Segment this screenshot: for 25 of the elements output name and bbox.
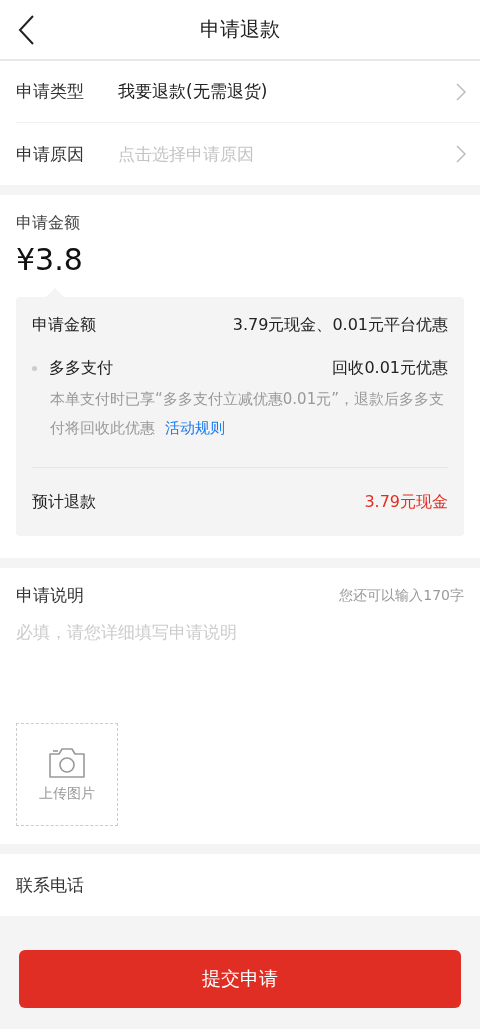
contact-label: 联系电话 (16, 873, 84, 897)
chevron-right-icon (456, 82, 466, 101)
breakdown-label: 申请金额 (32, 315, 96, 336)
row-label: 申请类型 (16, 80, 85, 103)
page-title: 申请退款 (200, 16, 280, 43)
form-row[interactable]: 申请原因 点击选择申请原因 (16, 123, 480, 185)
discount-value: 回收0.01元优惠 (332, 358, 448, 379)
rules-link[interactable]: 活动规则 (165, 419, 225, 437)
row-label: 申请原因 (16, 142, 85, 166)
amount-value: ¥3.8 (16, 242, 84, 277)
row-placeholder: 点击选择申请原因 (118, 142, 255, 166)
description-label: 申请说明 (16, 584, 84, 607)
discount-name: 多多支付 (49, 358, 113, 379)
form-row[interactable]: 申请类型 我要退款(无需退货) (16, 61, 480, 123)
discount-note: 本单支付时已享“多多支付立减优惠0.01元”，退款后多多支付将回收此优惠 活动规则 (50, 389, 445, 439)
character-counter: 您还可以输入170字 (339, 586, 464, 605)
submit-button[interactable]: 提交申请 (19, 950, 461, 1008)
bullet-dot (32, 366, 37, 371)
amount-label: 申请金额 (16, 213, 81, 234)
camera-icon (48, 746, 86, 779)
total-label: 预计退款 (32, 491, 96, 513)
row-value: 我要退款(无需退货) (118, 80, 269, 103)
chevron-right-icon (456, 145, 466, 163)
breakdown-value: 3.79元现金、0.01元平台优惠 (232, 315, 448, 336)
total-value: 3.79元现金 (364, 491, 448, 513)
